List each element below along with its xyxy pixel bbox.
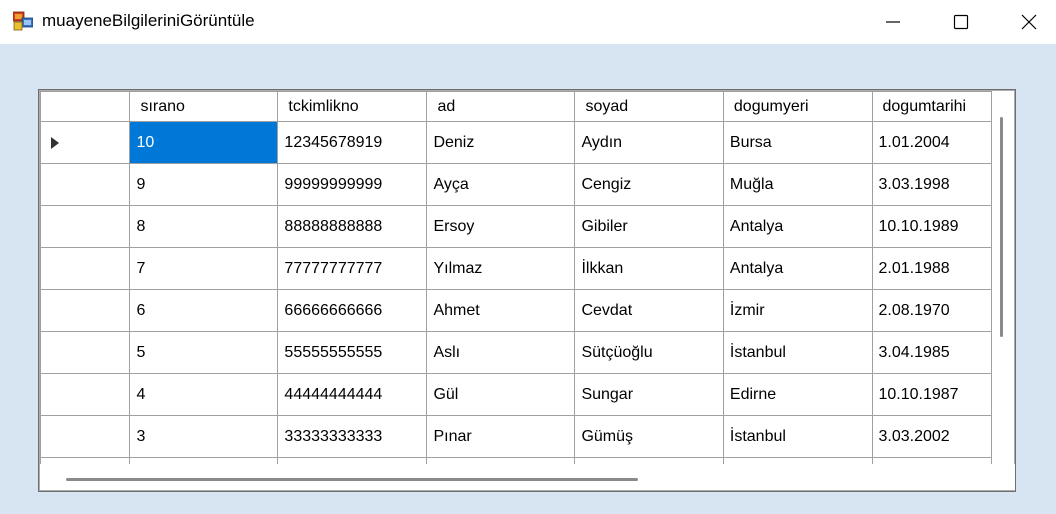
grid-cell[interactable]: Antalya <box>722 205 873 248</box>
minimize-button[interactable] <box>859 0 927 44</box>
grid-cell[interactable]: Cengiz <box>574 163 724 206</box>
grid-cell[interactable]: 2.01.1988 <box>871 247 992 290</box>
grid-cell[interactable]: 1.01.2004 <box>871 121 992 164</box>
minimize-icon <box>886 21 900 23</box>
grid-cell[interactable]: 99999999999 <box>277 163 428 206</box>
grid-cell[interactable]: Edirne <box>722 373 873 416</box>
column-header-tckimlikno[interactable]: tckimlikno <box>277 91 428 122</box>
grid-cell[interactable]: 9 <box>129 163 279 206</box>
title-bar: muayeneBilgileriniGörüntüle <box>0 0 1056 44</box>
column-header-ad[interactable]: ad <box>426 91 576 122</box>
grid-cell[interactable]: 8 <box>129 205 279 248</box>
grid-cell[interactable]: 3.03.1998 <box>871 163 992 206</box>
grid-cell[interactable]: 3.03.2002 <box>871 415 992 458</box>
grid-cell[interactable]: 55555555555 <box>277 331 428 374</box>
close-button[interactable] <box>995 0 1056 44</box>
grid-cell[interactable]: 77777777777 <box>277 247 428 290</box>
maximize-icon <box>953 14 969 30</box>
table-row[interactable]: 7 77777777777 Yılmaz İlkkan Antalya 2.01.1988 <box>40 247 992 290</box>
window-title: muayeneBilgileriniGörüntüle <box>42 11 255 30</box>
grid-cell[interactable]: 2.08.1970 <box>871 289 992 332</box>
grid-cell[interactable]: 3 <box>129 415 279 458</box>
grid-cell[interactable]: Antalya <box>722 247 873 290</box>
grid-cell[interactable]: 88888888888 <box>277 205 428 248</box>
table-row[interactable]: 8 88888888888 Ersoy Gibiler Antalya 10.10.198… <box>40 205 992 248</box>
close-icon <box>1021 14 1037 30</box>
row-header[interactable] <box>40 163 131 206</box>
horizontal-scrollbar[interactable] <box>40 464 1015 490</box>
grid-cell[interactable]: 12345678919 <box>277 121 428 164</box>
grid-cell[interactable]: 10.10.1987 <box>871 373 992 416</box>
grid-cell[interactable]: 4 <box>129 373 279 416</box>
table-row[interactable]: 9 99999999999 Ayça Cengiz Muğla 3.03.1998 <box>40 163 992 206</box>
grid-cell[interactable]: Ersoy <box>426 205 576 248</box>
grid-table: sırano tckimlikno ad soyad dogumyeri dog… <box>40 91 992 464</box>
grid-cell[interactable]: Gümüş <box>574 415 724 458</box>
grid-cell[interactable]: İstanbul <box>722 331 873 374</box>
grid-cell[interactable]: 33333333333 <box>277 415 428 458</box>
column-header-dogumtarihi[interactable]: dogumtarihi <box>871 91 992 122</box>
maximize-button[interactable] <box>927 0 995 44</box>
grid-cell[interactable]: 44444444444 <box>277 373 428 416</box>
grid-corner-header[interactable] <box>40 91 131 122</box>
grid-cell[interactable]: Bursa <box>722 121 873 164</box>
grid-cell[interactable]: 7 <box>129 247 279 290</box>
grid-cell[interactable]: Aydın <box>574 121 724 164</box>
column-header-soyad[interactable]: soyad <box>574 91 724 122</box>
grid-cell[interactable]: Ayça <box>426 163 576 206</box>
row-header[interactable] <box>40 205 131 248</box>
row-header[interactable] <box>40 121 131 164</box>
grid-cell[interactable]: Pınar <box>426 415 576 458</box>
horizontal-scroll-thumb[interactable] <box>66 478 638 481</box>
grid-cell[interactable]: İlkkan <box>574 247 724 290</box>
grid-cell[interactable]: İzmir <box>722 289 873 332</box>
grid-cell[interactable]: 66666666666 <box>277 289 428 332</box>
table-row[interactable]: 4 44444444444 Gül Sungar Edirne 10.10.1987 <box>40 373 992 416</box>
grid-cell[interactable]: Ahmet <box>426 289 576 332</box>
grid-cell[interactable]: İstanbul <box>722 415 873 458</box>
grid-cell[interactable]: Gül <box>426 373 576 416</box>
grid-cell[interactable]: 5 <box>129 331 279 374</box>
column-header-sirano[interactable]: sırano <box>129 91 279 122</box>
app-icon <box>13 11 33 31</box>
grid-cell[interactable]: Deniz <box>426 121 576 164</box>
row-header[interactable] <box>40 331 131 374</box>
column-header-dogumyeri[interactable]: dogumyeri <box>722 91 873 122</box>
grid-cell[interactable]: 6 <box>129 289 279 332</box>
grid-cell[interactable]: 10 <box>129 121 279 164</box>
grid-cell[interactable]: Sungar <box>574 373 724 416</box>
data-grid[interactable]: sırano tckimlikno ad soyad dogumyeri dog… <box>38 89 1016 492</box>
current-row-arrow-icon <box>51 136 59 149</box>
row-header[interactable] <box>40 289 131 332</box>
vertical-scrollbar[interactable] <box>992 91 1014 464</box>
row-header[interactable] <box>40 247 131 290</box>
table-row[interactable]: 10 12345678919 Deniz Aydın Bursa 1.01.2004 <box>40 121 992 164</box>
grid-cell[interactable]: 3.04.1985 <box>871 331 992 374</box>
grid-cell[interactable]: 10.10.1989 <box>871 205 992 248</box>
grid-cell[interactable]: Gibiler <box>574 205 724 248</box>
table-row[interactable]: 6 66666666666 Ahmet Cevdat İzmir 2.08.1970 <box>40 289 992 332</box>
vertical-scroll-thumb[interactable] <box>1000 117 1003 337</box>
grid-viewport: sırano tckimlikno ad soyad dogumyeri dog… <box>40 91 992 464</box>
grid-cell[interactable]: Muğla <box>722 163 873 206</box>
table-row[interactable]: 3 33333333333 Pınar Gümüş İstanbul 3.03.2002 <box>40 415 992 458</box>
grid-cell[interactable]: Aslı <box>426 331 576 374</box>
row-header[interactable] <box>40 415 131 458</box>
grid-cell[interactable]: Yılmaz <box>426 247 576 290</box>
grid-header-row: sırano tckimlikno ad soyad dogumyeri dog… <box>40 91 992 122</box>
grid-cell[interactable]: Cevdat <box>574 289 724 332</box>
row-header[interactable] <box>40 373 131 416</box>
grid-cell[interactable]: Sütçüoğlu <box>574 331 724 374</box>
table-row[interactable]: 5 55555555555 Aslı Sütçüoğlu İstanbul 3.04.19… <box>40 331 992 374</box>
